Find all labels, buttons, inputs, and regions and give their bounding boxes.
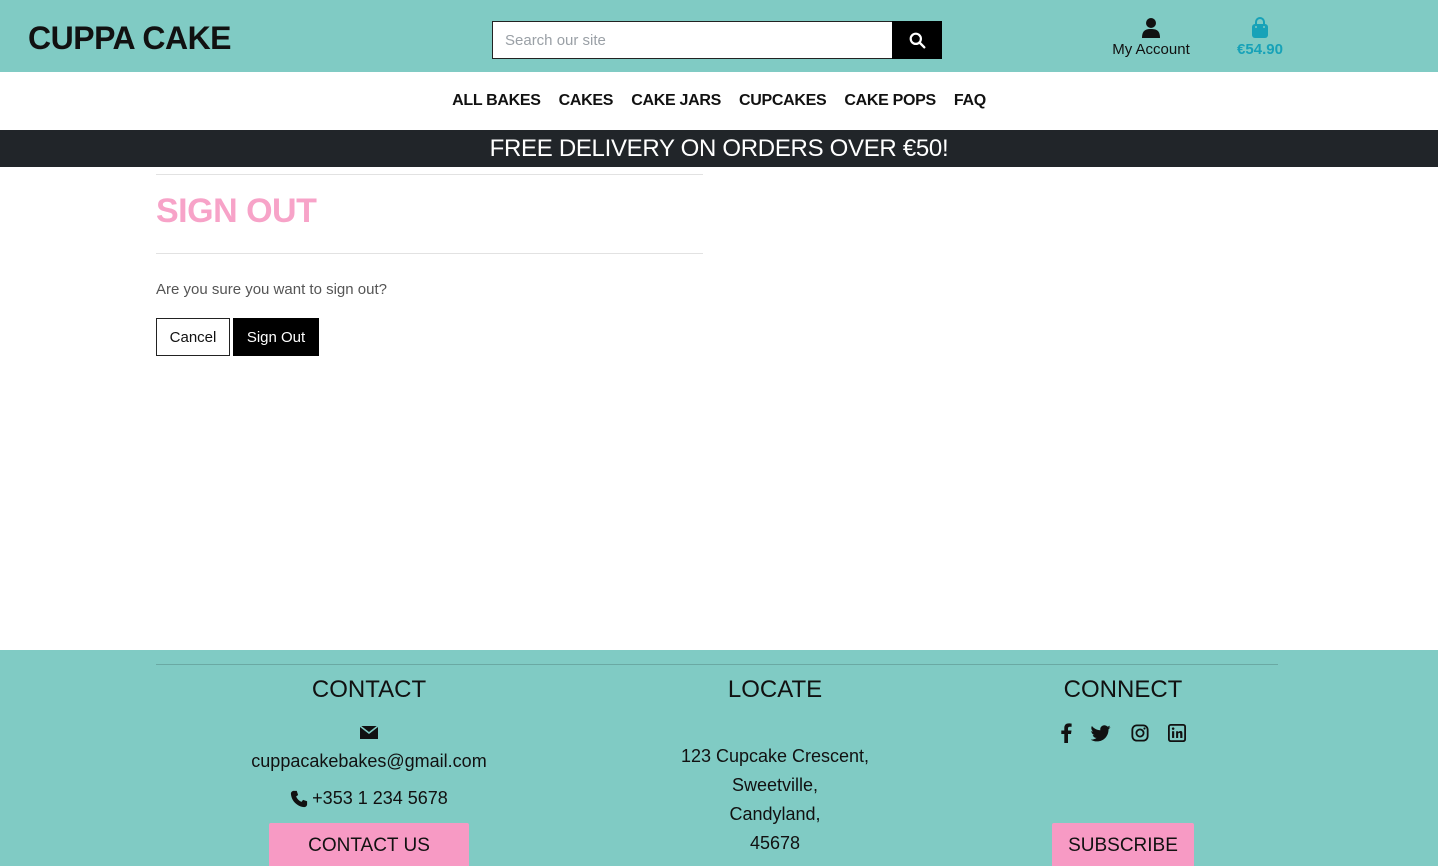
cancel-button[interactable]: Cancel [156,318,230,356]
user-icon [1104,17,1198,39]
shopping-bag-link[interactable]: €54.90 [1228,17,1292,58]
connect-heading: CONNECT [1063,676,1183,703]
search-bar [492,21,942,59]
bag-total: €54.90 [1237,41,1283,58]
twitter-icon[interactable] [1091,724,1111,742]
search-button[interactable] [892,21,942,59]
sign-out-question: Are you sure you want to sign out? [156,281,387,298]
divider [156,174,703,175]
address: 123 Cupcake Crescent, Sweetville, Candyl… [625,742,925,858]
nav-item-cakes[interactable]: CAKES [559,92,614,110]
nav-item-cupcakes[interactable]: CUPCAKES [739,92,827,110]
contact-phone[interactable]: +353 1 234 5678 [239,788,499,809]
page-title: SIGN OUT [156,192,317,230]
facebook-icon[interactable] [1060,723,1072,743]
delivery-banner: FREE DELIVERY ON ORDERS OVER €50! [0,130,1438,167]
footer-divider [156,664,1278,665]
shopping-bag-icon [1228,17,1292,39]
phone-number: +353 1 234 5678 [312,788,448,808]
search-icon [909,32,925,48]
footer: CONTACT cuppacakebakes@gmail.com +353 1 … [0,650,1438,866]
search-input[interactable] [492,21,892,59]
linkedin-icon[interactable] [1167,724,1186,742]
envelope-icon [359,725,379,745]
subscribe-button[interactable]: SUBSCRIBE [1052,823,1194,866]
social-links [1060,723,1186,743]
sign-out-button[interactable]: Sign Out [233,318,319,356]
address-line: Sweetville, [731,775,819,795]
locate-heading: LOCATE [727,676,823,703]
main-nav: ALL BAKES CAKES CAKE JARS CUPCAKES CAKE … [0,72,1438,130]
nav-item-faq[interactable]: FAQ [954,92,986,110]
address-line: Candyland, [729,804,821,824]
contact-us-button[interactable]: CONTACT US [269,823,469,866]
my-account-label: My Account [1112,41,1190,58]
nav-item-cake-jars[interactable]: CAKE JARS [631,92,721,110]
nav-item-all-bakes[interactable]: ALL BAKES [452,92,541,110]
contact-email[interactable]: cuppacakebakes@gmail.com [219,751,519,772]
logo[interactable]: CUPPA CAKE [28,20,232,57]
my-account-link[interactable]: My Account [1104,17,1198,58]
contact-heading: CONTACT [311,676,427,703]
address-line: 123 Cupcake Crescent, [680,746,870,766]
divider [156,253,703,254]
phone-icon [291,790,308,807]
address-line: 45678 [749,833,801,853]
top-header: CUPPA CAKE My Account €54 [0,0,1438,72]
instagram-icon[interactable] [1131,724,1149,742]
nav-item-cake-pops[interactable]: CAKE POPS [844,92,936,110]
